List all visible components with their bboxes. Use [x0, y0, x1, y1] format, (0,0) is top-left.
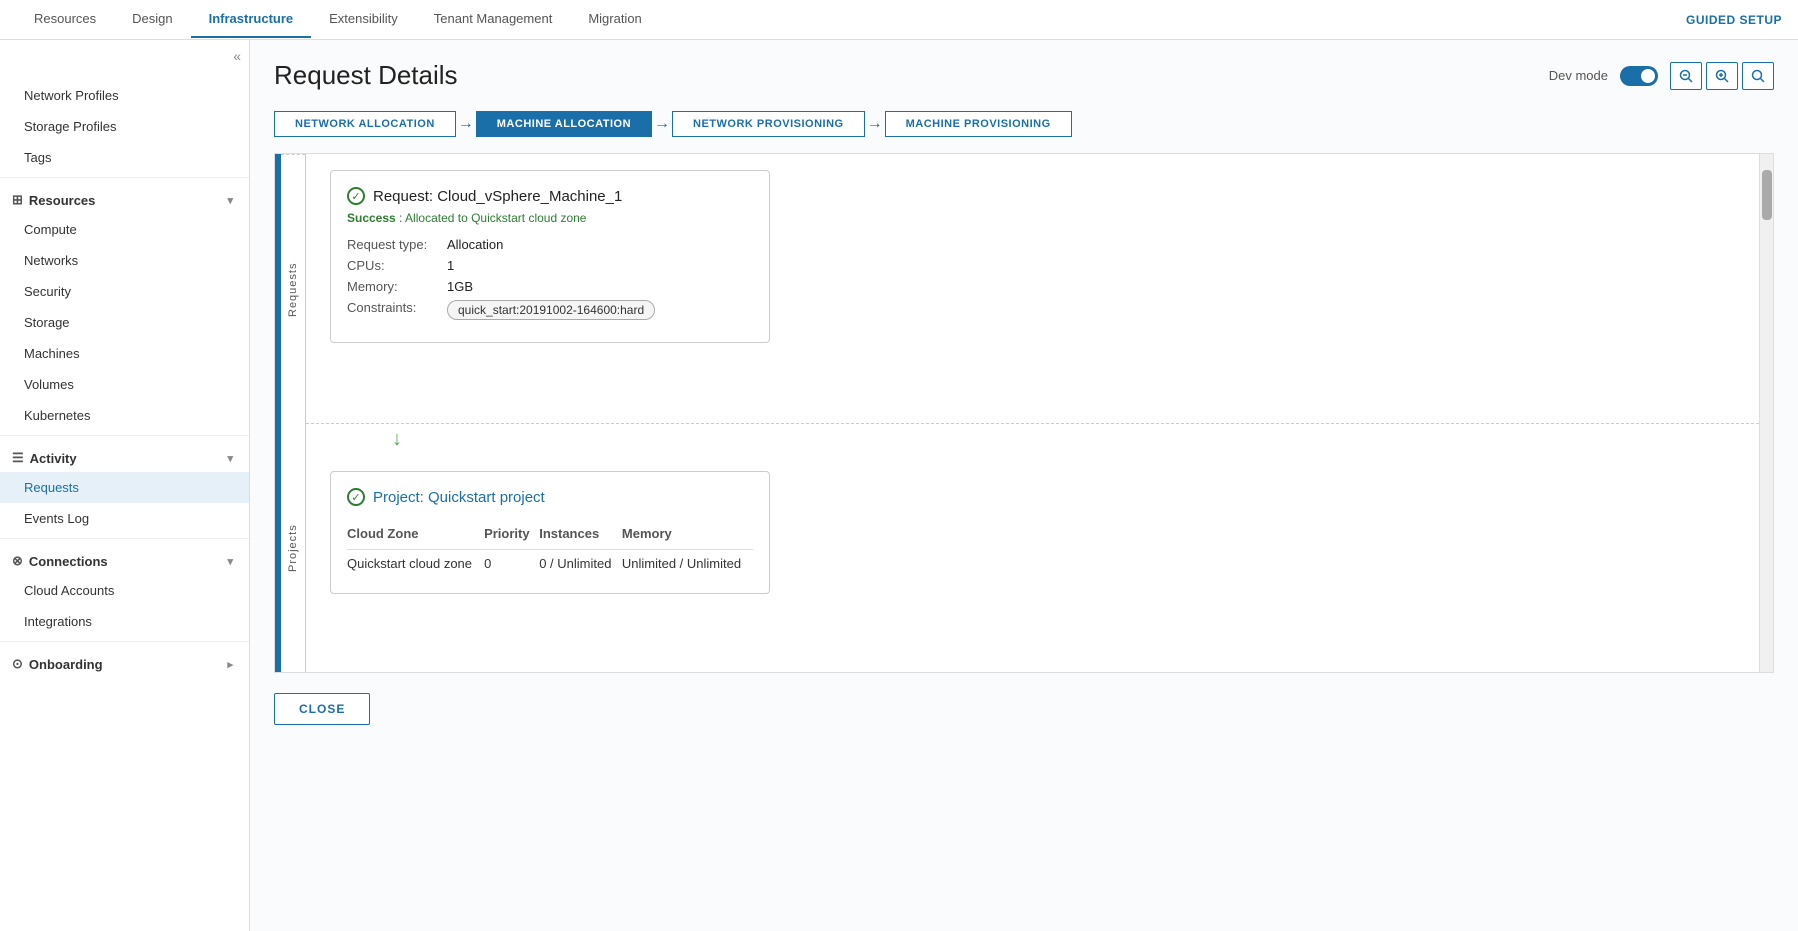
cell-memory: Unlimited / Unlimited — [622, 550, 753, 578]
request-status: Success : Allocated to Quickstart cloud … — [347, 211, 753, 225]
cell-cloud-zone: Quickstart cloud zone — [347, 550, 484, 578]
project-table: Cloud Zone Priority Instances Memory Qui… — [347, 522, 753, 577]
sidebar-item-volumes[interactable]: Volumes — [0, 369, 249, 400]
main-content: Request Details Dev mode — [250, 40, 1798, 931]
zoom-fit-button[interactable] — [1742, 62, 1774, 90]
sidebar-item-integrations[interactable]: Integrations — [0, 606, 249, 637]
step-arrow-3: → — [867, 115, 883, 133]
col-instances: Instances — [539, 522, 622, 550]
tab-network-allocation[interactable]: NETWORK ALLOCATION — [274, 111, 456, 137]
detail-constraints: Constraints: quick_start:20191002-164600… — [347, 300, 753, 320]
tab-network-provisioning[interactable]: NETWORK PROVISIONING — [672, 111, 865, 137]
step-tabs: NETWORK ALLOCATION → MACHINE ALLOCATION … — [274, 111, 1774, 137]
lane-label-projects: Projects — [281, 424, 305, 672]
onboarding-chevron: ▸ — [227, 658, 233, 671]
sidebar-item-tags[interactable]: Tags — [0, 142, 249, 173]
col-priority: Priority — [484, 522, 539, 550]
sidebar-collapse-button[interactable]: « — [233, 48, 241, 64]
diagram-area: Requests Projects ✓ Request: Cloud_vSphe… — [274, 153, 1774, 673]
sidebar-item-network-profiles[interactable]: Network Profiles — [0, 80, 249, 111]
nav-resources[interactable]: Resources — [16, 1, 114, 38]
detail-request-type: Request type: Allocation — [347, 237, 753, 252]
constraint-badge: quick_start:20191002-164600:hard — [447, 300, 655, 320]
sidebar-section-onboarding[interactable]: ⊙ Onboarding ▸ — [0, 646, 249, 678]
sidebar-item-machines[interactable]: Machines — [0, 338, 249, 369]
detail-memory: Memory: 1GB — [347, 279, 753, 294]
dev-mode-label: Dev mode — [1549, 68, 1608, 83]
nav-tenant-management[interactable]: Tenant Management — [416, 1, 571, 38]
connections-icon: ⊗ — [12, 553, 23, 569]
request-card: ✓ Request: Cloud_vSphere_Machine_1 Succe… — [330, 170, 770, 343]
sidebar-section-resources[interactable]: ⊞ Resources ▾ — [0, 182, 249, 214]
request-success-icon: ✓ — [347, 187, 365, 205]
sidebar-item-storage-profiles[interactable]: Storage Profiles — [0, 111, 249, 142]
projects-lane-content: ✓ Project: Quickstart project Cloud Zone… — [306, 455, 1759, 672]
activity-chevron: ▾ — [227, 452, 233, 465]
cell-instances: 0 / Unlimited — [539, 550, 622, 578]
nav-design[interactable]: Design — [114, 1, 190, 38]
detail-cpus: CPUs: 1 — [347, 258, 753, 273]
step-arrow-2: → — [654, 115, 670, 133]
diagram-body: Requests Projects ✓ Request: Cloud_vSphe… — [281, 154, 1759, 672]
project-success-icon: ✓ — [347, 488, 365, 506]
lane-labels: Requests Projects — [281, 154, 306, 672]
col-memory: Memory — [622, 522, 753, 550]
page-title: Request Details — [274, 60, 458, 91]
sidebar-item-compute[interactable]: Compute — [0, 214, 249, 245]
down-arrow: ↓ — [306, 424, 1759, 455]
page-header: Request Details Dev mode — [274, 60, 1774, 91]
dev-mode-area: Dev mode — [1549, 62, 1774, 90]
top-navigation: Resources Design Infrastructure Extensib… — [0, 0, 1798, 40]
nav-migration[interactable]: Migration — [570, 1, 659, 38]
sidebar-section-activity[interactable]: ☰ Activity ▾ — [0, 440, 249, 472]
close-button[interactable]: CLOSE — [274, 693, 370, 725]
nav-infrastructure[interactable]: Infrastructure — [191, 1, 312, 38]
request-card-title: ✓ Request: Cloud_vSphere_Machine_1 — [347, 187, 753, 205]
col-cloud-zone: Cloud Zone — [347, 522, 484, 550]
connections-chevron: ▾ — [227, 555, 233, 568]
zoom-in-button[interactable] — [1706, 62, 1738, 90]
sidebar-item-events-log[interactable]: Events Log — [0, 503, 249, 534]
nav-extensibility[interactable]: Extensibility — [311, 1, 416, 38]
guided-setup-link[interactable]: GUIDED SETUP — [1686, 13, 1782, 27]
nav-items: Resources Design Infrastructure Extensib… — [16, 1, 660, 38]
sidebar-item-cloud-accounts[interactable]: Cloud Accounts — [0, 575, 249, 606]
app-body: « Network Profiles Storage Profiles Tags… — [0, 40, 1798, 931]
activity-icon: ☰ — [12, 450, 24, 466]
project-card-title: ✓ Project: Quickstart project — [347, 488, 753, 506]
cell-priority: 0 — [484, 550, 539, 578]
sidebar-section-connections[interactable]: ⊗ Connections ▾ — [0, 543, 249, 575]
sidebar-item-kubernetes[interactable]: Kubernetes — [0, 400, 249, 431]
tab-machine-provisioning[interactable]: MACHINE PROVISIONING — [885, 111, 1072, 137]
project-card: ✓ Project: Quickstart project Cloud Zone… — [330, 471, 770, 594]
onboarding-icon: ⊙ — [12, 656, 23, 672]
tab-machine-allocation[interactable]: MACHINE ALLOCATION — [476, 111, 652, 137]
diagram-scrollbar-thumb[interactable] — [1762, 170, 1772, 220]
requests-lane-content: ✓ Request: Cloud_vSphere_Machine_1 Succe… — [306, 154, 1759, 424]
sidebar-item-networks[interactable]: Networks — [0, 245, 249, 276]
dev-mode-toggle[interactable] — [1620, 66, 1658, 86]
zoom-buttons — [1670, 62, 1774, 90]
sidebar-item-requests[interactable]: Requests — [0, 472, 249, 503]
sidebar-item-security[interactable]: Security — [0, 276, 249, 307]
table-row: Quickstart cloud zone 0 0 / Unlimited Un… — [347, 550, 753, 578]
resources-chevron: ▾ — [227, 194, 233, 207]
zoom-out-button[interactable] — [1670, 62, 1702, 90]
step-arrow-1: → — [458, 115, 474, 133]
lane-label-requests: Requests — [281, 154, 305, 424]
sidebar: « Network Profiles Storage Profiles Tags… — [0, 40, 250, 931]
diagram-scrollbar[interactable] — [1759, 154, 1773, 672]
sidebar-item-storage[interactable]: Storage — [0, 307, 249, 338]
lane-contents: ✓ Request: Cloud_vSphere_Machine_1 Succe… — [306, 154, 1759, 672]
resources-icon: ⊞ — [12, 192, 23, 208]
